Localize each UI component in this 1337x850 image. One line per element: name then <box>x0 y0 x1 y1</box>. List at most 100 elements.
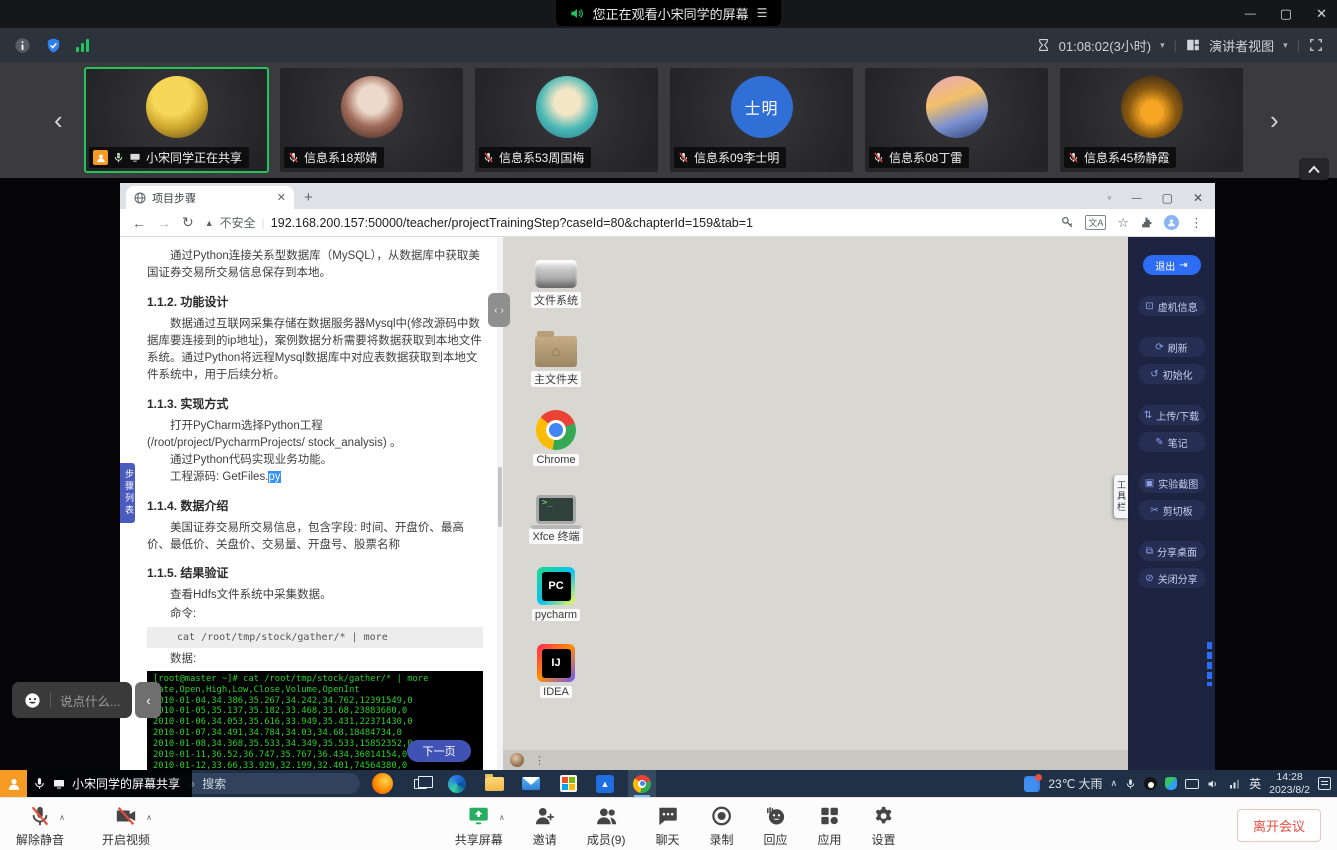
next-page-button[interactable]: 下一页 <box>407 740 471 762</box>
signal-icon[interactable] <box>76 39 89 52</box>
qq-icon[interactable] <box>1144 777 1157 790</box>
tab-search-caret-icon[interactable]: ▾ <box>1107 193 1112 204</box>
translate-icon[interactable]: 文A <box>1085 215 1106 230</box>
scroll-right-icon[interactable]: › <box>1270 107 1279 133</box>
fullscreen-icon[interactable] <box>1309 38 1323 52</box>
desktop-icon-pycharm[interactable]: PCpycharm <box>525 567 587 621</box>
apps-button[interactable]: 应用 <box>818 803 842 848</box>
vm-stop-share-button[interactable]: ⊘关闭分享 <box>1139 568 1205 588</box>
participant-tile[interactable]: 信息系45杨静霞 <box>1060 68 1243 172</box>
info-icon[interactable] <box>14 37 31 54</box>
weather-widget-icon[interactable] <box>372 773 393 794</box>
start-video-button[interactable]: ∧ 开启视频 <box>102 803 150 848</box>
unmute-button[interactable]: ∧ 解除静音 <box>16 803 64 848</box>
scroll-left-icon[interactable]: ‹ <box>54 107 63 133</box>
participant-tile[interactable]: 信息系53周国梅 <box>475 68 658 172</box>
mail-button[interactable] <box>517 770 545 797</box>
extensions-icon[interactable] <box>1140 216 1153 229</box>
desktop-icon-terminal[interactable]: Xfce 终端 <box>525 489 587 544</box>
tab-close-icon[interactable]: ✕ <box>277 191 286 204</box>
url-text[interactable]: 192.168.200.157:50000/teacher/projectTra… <box>271 216 753 230</box>
vm-init-button[interactable]: ↺初始化 <box>1139 364 1205 384</box>
browser-menu-icon[interactable]: ⋮ <box>1190 215 1203 231</box>
vm-more-icon[interactable]: ⋮ <box>534 754 546 767</box>
steps-list-tab[interactable]: 步骤列表 <box>120 463 135 523</box>
maximize-button[interactable]: ▢ <box>1280 6 1292 22</box>
security-label[interactable]: 不安全 <box>220 214 256 231</box>
invite-button[interactable]: 邀请 <box>533 803 557 848</box>
participant-tile[interactable]: 信息系08丁雷 <box>865 68 1048 172</box>
share-screen-button[interactable]: ∧ 共享屏幕 <box>455 803 503 848</box>
bookmark-star-icon[interactable]: ☆ <box>1117 215 1129 231</box>
chat-input[interactable]: 说点什么... <box>12 682 132 718</box>
desktop-icon-home[interactable]: 主文件夹 <box>525 331 587 387</box>
browser-close-icon[interactable]: ✕ <box>1193 191 1203 205</box>
clock[interactable]: 14:282023/8/2 <box>1269 771 1310 796</box>
edge-button[interactable] <box>443 770 471 797</box>
security-shield-icon[interactable] <box>1165 777 1177 790</box>
browser-maximize-icon[interactable]: ▢ <box>1162 191 1173 205</box>
vm-exit-button[interactable]: 退出⇥ <box>1143 255 1201 275</box>
volume-icon[interactable] <box>1207 778 1220 790</box>
vm-refresh-button[interactable]: ⟳刷新 <box>1139 337 1205 357</box>
back-icon[interactable]: ← <box>132 215 146 231</box>
keyboard-icon[interactable] <box>1185 779 1199 789</box>
video-caret-icon[interactable]: ∧ <box>146 813 152 822</box>
blue-scroll-indicator[interactable] <box>1207 642 1212 686</box>
desktop-icon-idea[interactable]: IJIDEA <box>525 644 587 698</box>
participant-tile[interactable]: 士明 信息系09李士明 <box>670 68 853 172</box>
desktop-icon-filesystem[interactable]: 文件系统 <box>525 253 587 308</box>
weather-text[interactable]: 23℃ 大雨 <box>1048 775 1102 792</box>
shield-check-icon[interactable] <box>45 37 62 54</box>
tray-expand-icon[interactable]: ∧ <box>1111 778 1118 789</box>
reload-icon[interactable]: ↻ <box>182 214 194 231</box>
profile-avatar[interactable] <box>1164 215 1179 230</box>
pane-splitter-handle[interactable]: ‹› <box>488 293 510 327</box>
mic-caret-icon[interactable]: ∧ <box>59 813 65 822</box>
collapse-strip-button[interactable] <box>1299 158 1329 180</box>
reactions-button[interactable]: 回应 <box>764 803 788 848</box>
vm-avatar[interactable] <box>510 753 524 767</box>
participant-tile[interactable]: 小宋同学正在共享 <box>85 68 268 172</box>
close-button[interactable]: ✕ <box>1316 6 1327 22</box>
browser-tab[interactable]: 项目步骤 ✕ <box>126 186 294 209</box>
vm-info-button[interactable]: ⊡虚机信息 <box>1139 296 1205 316</box>
forward-icon[interactable]: → <box>157 215 171 231</box>
vm-updown-button[interactable]: ⇅上传/下载 <box>1139 405 1205 425</box>
network-icon[interactable] <box>1228 778 1241 790</box>
weather-app-icon[interactable] <box>1024 776 1040 792</box>
new-tab-button[interactable]: + <box>304 189 313 206</box>
desktop-icon-chrome[interactable]: Chrome <box>525 410 587 466</box>
vm-screenshot-button[interactable]: ▣实验截图 <box>1139 473 1205 493</box>
view-mode[interactable]: 演讲者视图 <box>1209 36 1274 55</box>
explorer-button[interactable] <box>480 770 508 797</box>
tray-mic-icon[interactable] <box>1125 778 1136 790</box>
browser-minimize-icon[interactable]: — <box>1132 193 1142 204</box>
chat-button[interactable]: 聊天 <box>655 803 679 848</box>
toolbar-tab[interactable]: 工具栏 <box>1114 475 1128 518</box>
notification-center-icon[interactable] <box>1318 777 1331 790</box>
emoji-icon[interactable] <box>24 692 41 709</box>
view-mode-caret-icon[interactable]: ▾ <box>1283 40 1288 51</box>
participant-tile[interactable]: 信息系18郑婧 <box>280 68 463 172</box>
vm-clipboard-button[interactable]: ✂剪切板 <box>1139 500 1205 520</box>
leave-meeting-button[interactable]: 离开会议 <box>1237 809 1321 842</box>
record-button[interactable]: 录制 <box>710 803 734 848</box>
members-button[interactable]: 成员(9) <box>587 803 626 848</box>
banner-menu-icon[interactable]: ☰ <box>757 6 768 20</box>
duration-caret-icon[interactable]: ▾ <box>1160 40 1165 51</box>
taskbar-search[interactable]: ⌕ 搜索 <box>178 773 360 794</box>
remote-app-button[interactable]: ▲ <box>591 770 619 797</box>
chat-collapse-button[interactable]: ‹ <box>135 682 161 718</box>
scrollbar-thumb[interactable] <box>498 467 502 527</box>
minimize-button[interactable]: — <box>1245 8 1256 20</box>
store-button[interactable] <box>554 770 582 797</box>
key-icon[interactable] <box>1061 216 1074 229</box>
settings-button[interactable]: 设置 <box>872 803 896 848</box>
chrome-taskbar-button[interactable] <box>628 770 656 797</box>
share-caret-icon[interactable]: ∧ <box>499 813 505 822</box>
task-view-button[interactable] <box>406 770 434 797</box>
vm-share-desktop-button[interactable]: ⧉分享桌面 <box>1139 541 1205 561</box>
input-lang[interactable]: 英 <box>1249 775 1261 792</box>
vm-notes-button[interactable]: ✎笔记 <box>1139 432 1205 452</box>
